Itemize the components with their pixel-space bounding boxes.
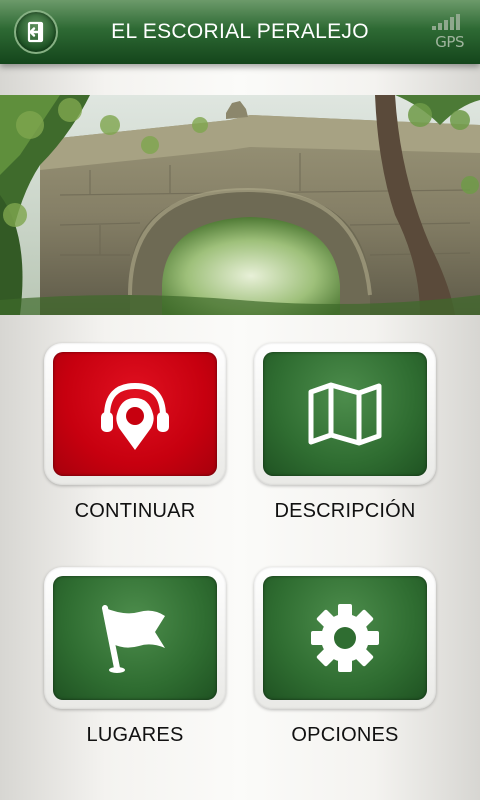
opciones-tile-face bbox=[263, 576, 427, 700]
lugares-label[interactable]: LUGARES bbox=[25, 724, 245, 747]
map-icon bbox=[308, 382, 382, 446]
app-header: EL ESCORIAL PERALEJO GPS bbox=[0, 0, 480, 64]
lugares-tile-face bbox=[53, 576, 217, 700]
gps-indicator: GPS bbox=[428, 14, 464, 51]
stone-arch-bridge-photo bbox=[0, 95, 480, 315]
headphones-location-icon bbox=[101, 382, 169, 450]
opciones-button[interactable] bbox=[254, 567, 436, 709]
exit-button[interactable] bbox=[14, 10, 58, 54]
opciones-label[interactable]: OPCIONES bbox=[235, 724, 455, 747]
app-title: EL ESCORIAL PERALEJO bbox=[111, 20, 369, 43]
continuar-label[interactable]: CONTINUAR bbox=[25, 500, 245, 523]
descripcion-button[interactable] bbox=[254, 343, 436, 485]
exit-icon bbox=[27, 21, 44, 43]
flag-icon bbox=[102, 605, 165, 673]
gear-icon bbox=[311, 604, 379, 672]
signal-icon bbox=[432, 14, 460, 30]
descripcion-tile-face bbox=[263, 352, 427, 476]
gps-label: GPS bbox=[435, 33, 464, 51]
continuar-tile-face bbox=[53, 352, 217, 476]
hero-image bbox=[0, 95, 480, 315]
descripcion-label[interactable]: DESCRIPCIÓN bbox=[235, 500, 455, 523]
continuar-button[interactable] bbox=[44, 343, 226, 485]
lugares-button[interactable] bbox=[44, 567, 226, 709]
